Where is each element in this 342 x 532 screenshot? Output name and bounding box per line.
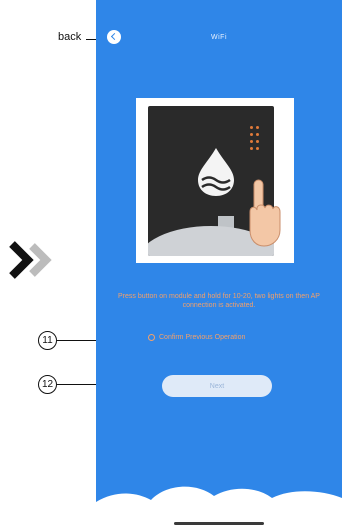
confirm-label: Confirm Previous Operation: [159, 334, 246, 341]
back-annotation-label: back: [58, 31, 82, 43]
confirm-previous-operation[interactable]: Confirm Previous Operation: [148, 334, 245, 341]
home-indicator: [174, 522, 264, 525]
callout-11: 11: [38, 331, 57, 350]
water-drop-icon: [198, 148, 234, 196]
hand-pointer-icon: [249, 179, 281, 247]
next-button[interactable]: Next: [162, 375, 272, 397]
phone-screen: WiFi Press button on module and hold for…: [96, 0, 342, 532]
page-title: WiFi: [211, 34, 227, 41]
instruction-text: Press button on module and hold for 10-2…: [118, 293, 320, 309]
chevrons-right-icon: [9, 241, 52, 279]
callout-12: 12: [38, 375, 57, 394]
indicator-dots: [250, 126, 264, 154]
device-illustration: [136, 98, 294, 263]
checkbox-icon[interactable]: [148, 334, 155, 341]
